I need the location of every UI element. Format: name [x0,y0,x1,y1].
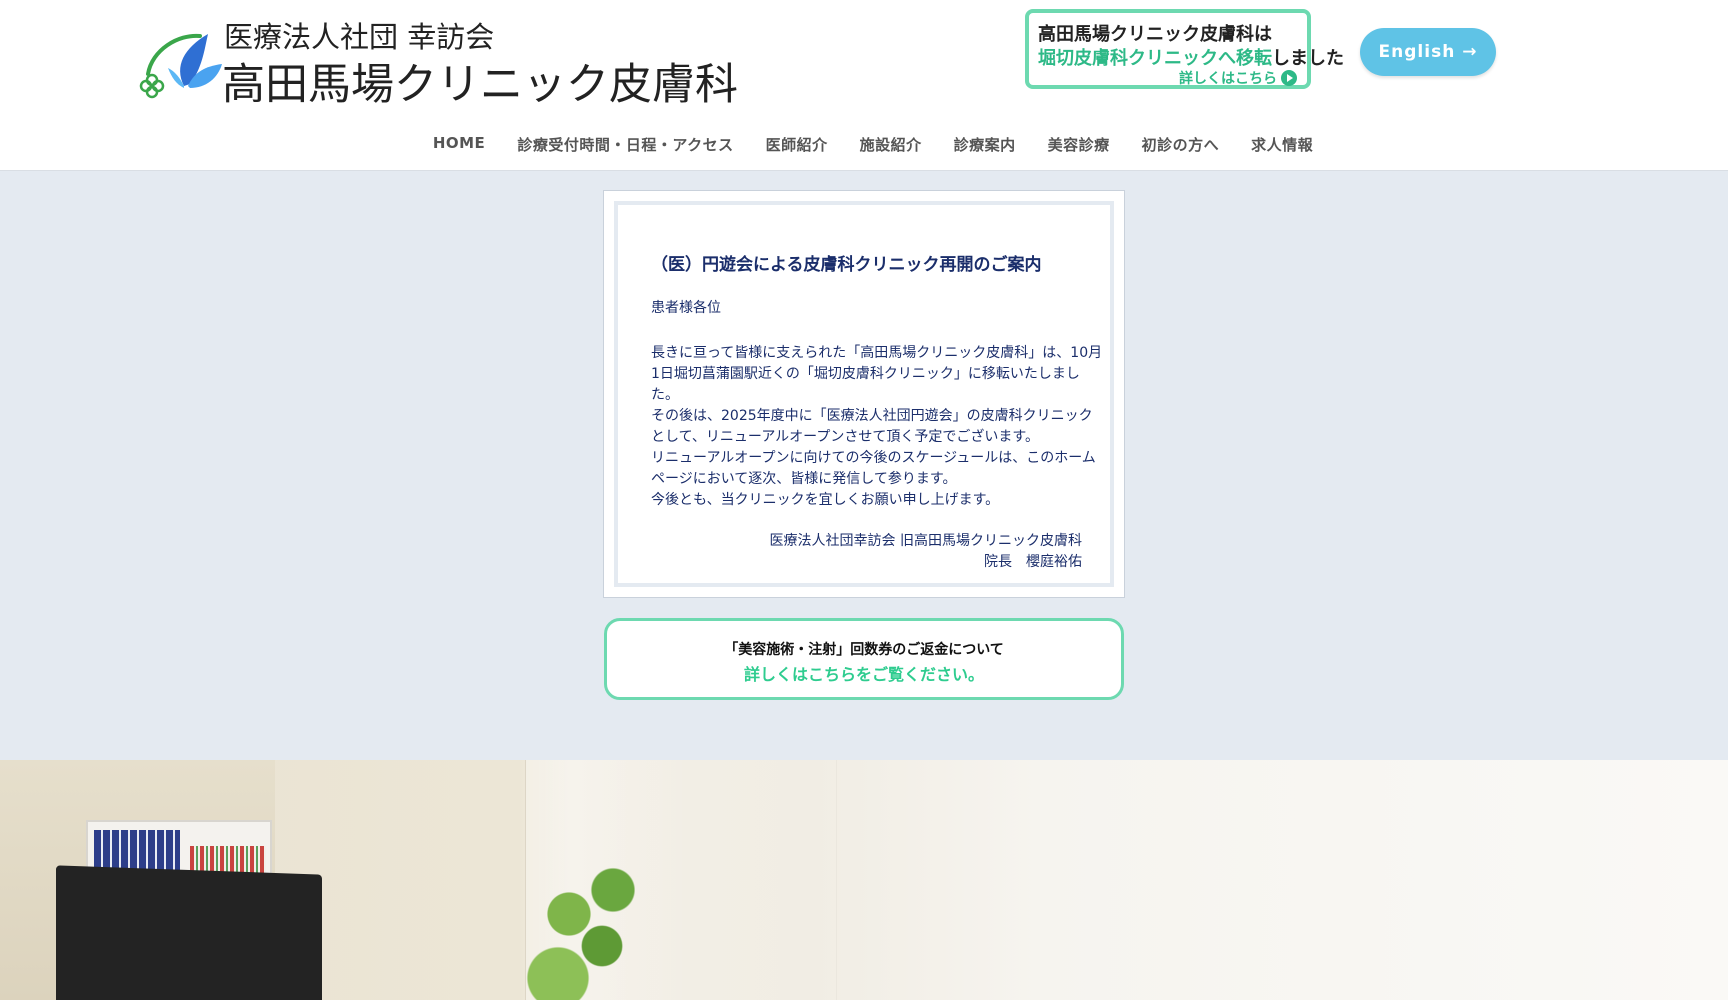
nav-item-cosmetic[interactable]: 美容診療 [1048,134,1110,155]
site-header: 医療法人社団 幸訪会 高田馬場クリニック皮膚科 高田馬場クリニック皮膚科は 堀切… [0,0,1728,171]
refund-notice-more[interactable]: 詳しくはこちらをご覧ください。 [607,661,1121,685]
nav-item-doctors[interactable]: 医師紹介 [766,134,828,155]
relocation-banner-more-label: 詳しくはこちら [1179,71,1277,87]
notice-paragraph: 今後とも、当クリニックを宜しくお願い申し上げます。 [651,492,1000,508]
photo-plant [525,850,635,1000]
reopening-notice: （医）円遊会による皮膚科クリニック再開のご案内 患者様各位 長きに亘って皆様に支… [603,190,1125,598]
reopening-notice-frame: （医）円遊会による皮膚科クリニック再開のご案内 患者様各位 長きに亘って皆様に支… [614,201,1114,587]
notice-signature-name: 院長 櫻庭裕佑 [984,554,1082,570]
nav-item-home[interactable]: HOME [433,134,485,155]
clinic-logo[interactable]: 医療法人社団 幸訪会 高田馬場クリニック皮膚科 [138,12,738,110]
notice-signature-org: 医療法人社団幸訪会 旧高田馬場クリニック皮膚科 [769,533,1082,549]
relocation-banner-line2: 堀切皮膚科クリニックへ移転しました [1038,44,1344,70]
notice-signature: 医療法人社団幸訪会 旧高田馬場クリニック皮膚科 院長 櫻庭裕佑 [770,531,1082,573]
reopening-notice-content: （医）円遊会による皮膚科クリニック再開のご案内 患者様各位 長きに亘って皆様に支… [624,211,1104,577]
notice-paragraph: リニューアルオープンに向けての今後のスケージュールは、このホームページにおいて逐… [651,450,1096,487]
photo-wall-panel [836,760,837,1000]
clinic-interior-photo [0,760,1728,1000]
nav-item-first-visit[interactable]: 初診の方へ [1142,134,1220,155]
nav-item-services[interactable]: 診療案内 [954,134,1016,155]
relocation-banner-more-link[interactable]: 詳しくはこちら [1179,68,1297,88]
photo-monitor [56,865,322,1000]
notice-paragraph: 長きに亘って皆様に支えられた「高田馬場クリニック皮膚科」は、10月1日堀切菖蒲園… [651,345,1103,403]
photo-binders [94,830,180,870]
relocation-banner-line1: 高田馬場クリニック皮膚科は [1038,24,1272,45]
relocation-banner-rest: しました [1272,48,1344,69]
butterfly-clover-logo-icon [139,33,222,99]
notice-title: （医）円遊会による皮膚科クリニック再開のご案内 [651,255,1042,275]
relocation-banner[interactable]: 高田馬場クリニック皮膚科は 堀切皮膚科クリニックへ移転しました 詳しくはこちら [1025,9,1344,89]
notice-paragraph: その後は、2025年度中に「医療法人社団円遊会」の皮膚科クリニックとして、リニュ… [651,408,1093,445]
notice-greeting: 患者様各位 [651,300,721,316]
notice-body: 長きに亘って皆様に支えられた「高田馬場クリニック皮膚科」は、10月1日堀切菖蒲園… [651,343,1103,511]
nav-item-recruit[interactable]: 求人情報 [1251,134,1313,155]
refund-notice-title: 「美容施術・注射」回数券のご返金について [724,642,1004,658]
nav-item-facility[interactable]: 施設紹介 [860,134,922,155]
relocation-banner-highlight: 堀切皮膚科クリニックへ移転 [1038,48,1272,69]
english-button[interactable]: English → [1360,28,1496,76]
nav-item-hours-access[interactable]: 診療受付時間・日程・アクセス [517,134,733,155]
logo-clinic-name: 高田馬場クリニック皮膚科 [222,60,738,110]
refund-notice-link[interactable]: 「美容施術・注射」回数券のご返金について 詳しくはこちらをご覧ください。 [604,618,1124,700]
main-nav: HOME 診療受付時間・日程・アクセス 医師紹介 施設紹介 診療案内 美容診療 … [0,134,1728,155]
play-circle-icon [1281,70,1297,86]
